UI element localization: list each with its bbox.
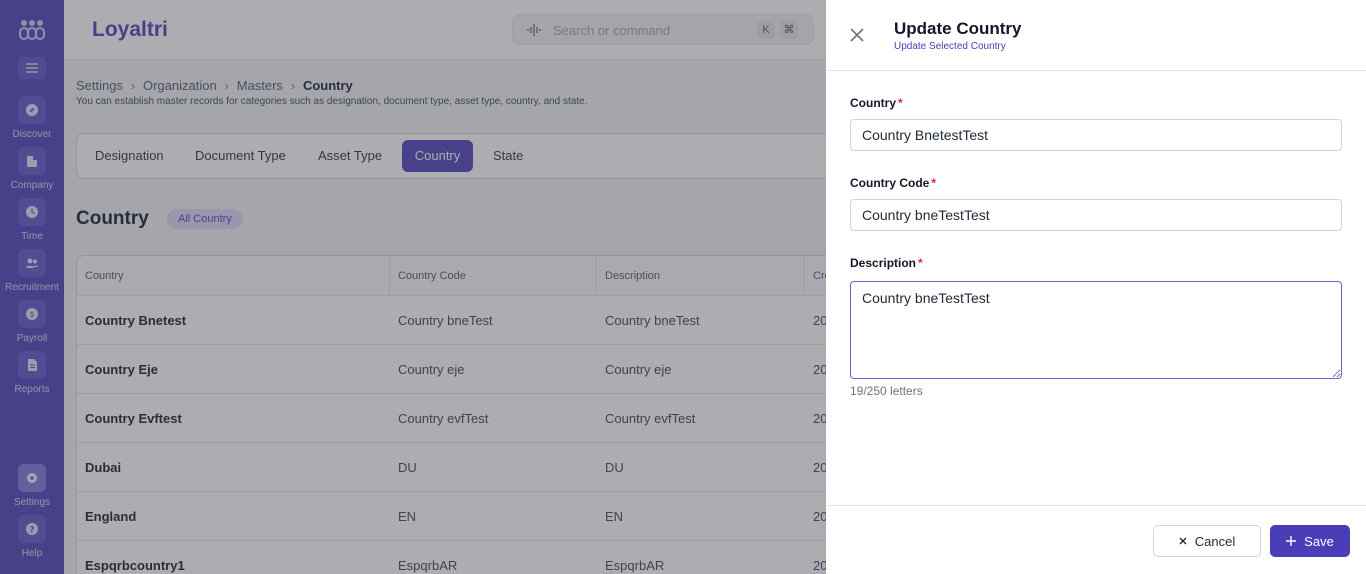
drawer-title: Update Country [894,19,1022,38]
required-asterisk: * [918,256,923,270]
character-counter: 19/250 letters [850,384,923,398]
country-name-input[interactable] [850,119,1342,151]
required-asterisk: * [931,176,937,190]
drawer-footer: Cancel Save [826,505,1366,574]
drawer-subtitle: Update Selected Country [894,41,1006,52]
close-icon[interactable] [848,26,866,44]
save-button[interactable]: Save [1270,525,1350,557]
description-field-label: Description * [850,256,923,270]
country-field-label: Country * [850,96,903,110]
modal-backdrop[interactable] [0,0,826,574]
drawer-header: Update Country Update Selected Country [826,0,1366,71]
save-button-label: Save [1304,533,1334,549]
close-icon [1179,537,1187,545]
required-asterisk: * [898,96,903,110]
update-country-drawer: Update Country Update Selected Country C… [826,0,1366,574]
country-code-field-label: Country Code * [850,176,937,190]
description-textarea[interactable]: Country bneTestTest [850,281,1342,379]
cancel-button[interactable]: Cancel [1153,525,1261,557]
cancel-button-label: Cancel [1194,533,1236,549]
country-code-input[interactable] [850,199,1342,231]
plus-icon [1286,536,1297,546]
